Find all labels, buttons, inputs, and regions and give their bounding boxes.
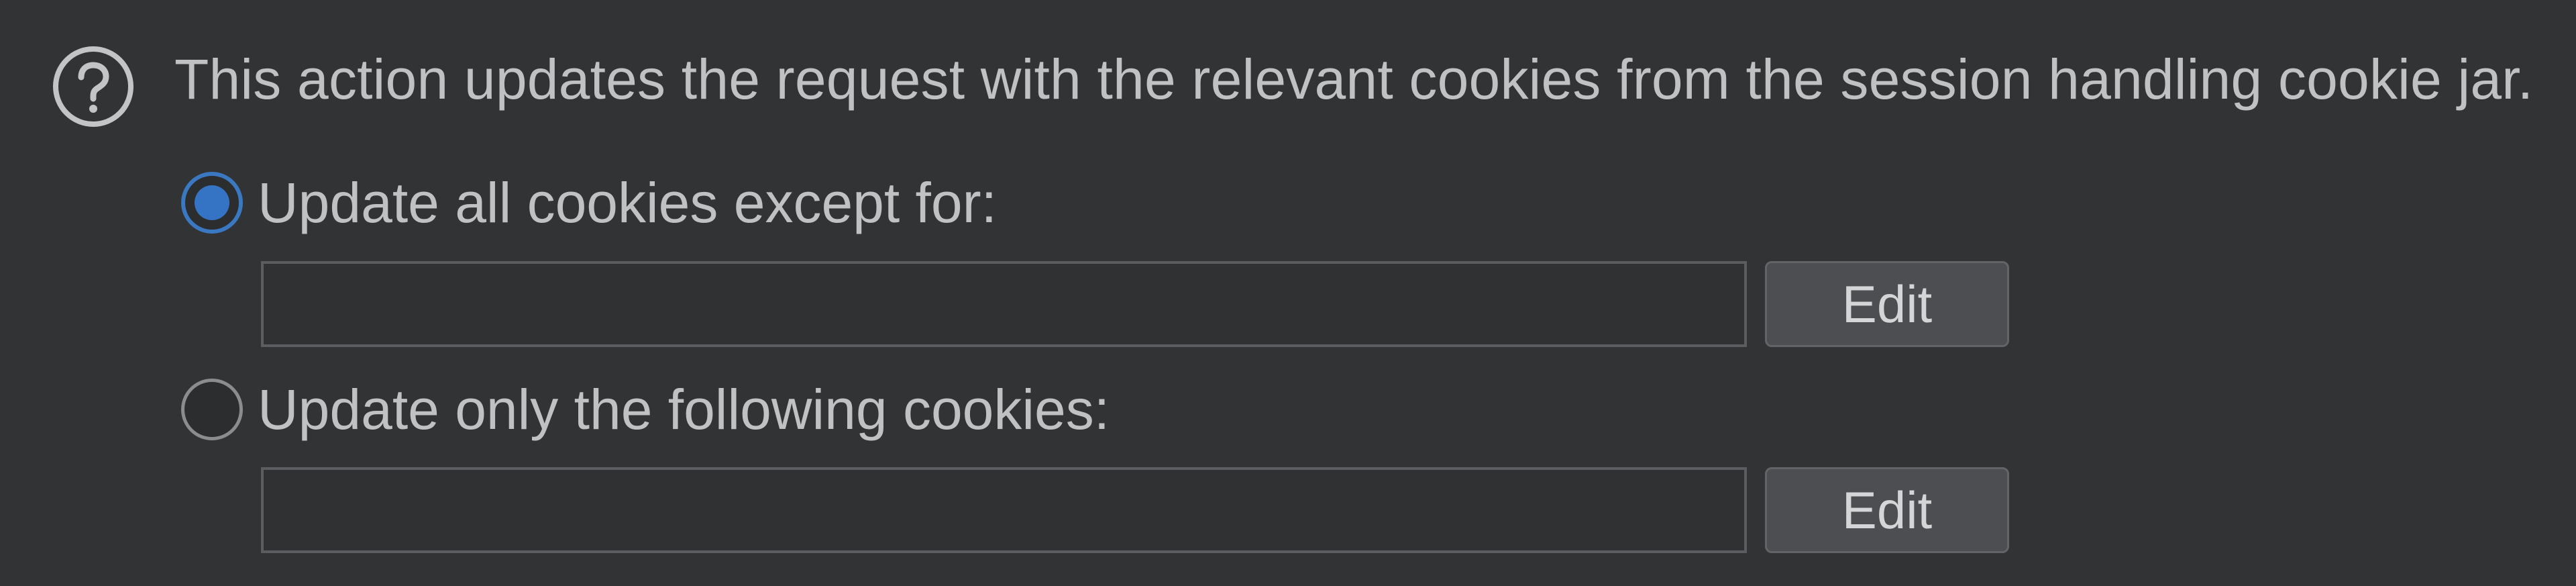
radio-button-selected[interactable] bbox=[181, 172, 243, 234]
following-cookies-field[interactable] bbox=[261, 467, 1747, 553]
description-text: This action updates the request with the… bbox=[174, 48, 2534, 111]
help-icon bbox=[52, 45, 135, 128]
edit-button[interactable]: Edit bbox=[1765, 467, 2009, 553]
edit-button[interactable]: Edit bbox=[1765, 261, 2009, 347]
radio-label: Update all cookies except for: bbox=[258, 171, 997, 234]
radio-dot bbox=[195, 185, 229, 220]
radio-option-update-only-following[interactable]: Update only the following cookies: bbox=[181, 373, 1110, 446]
question-circle-icon bbox=[53, 46, 133, 127]
radio-option-update-all-except[interactable]: Update all cookies except for: bbox=[181, 166, 997, 240]
radio-button-unselected[interactable] bbox=[181, 379, 243, 440]
except-cookies-field[interactable] bbox=[261, 261, 1747, 347]
radio-label: Update only the following cookies: bbox=[258, 378, 1110, 441]
